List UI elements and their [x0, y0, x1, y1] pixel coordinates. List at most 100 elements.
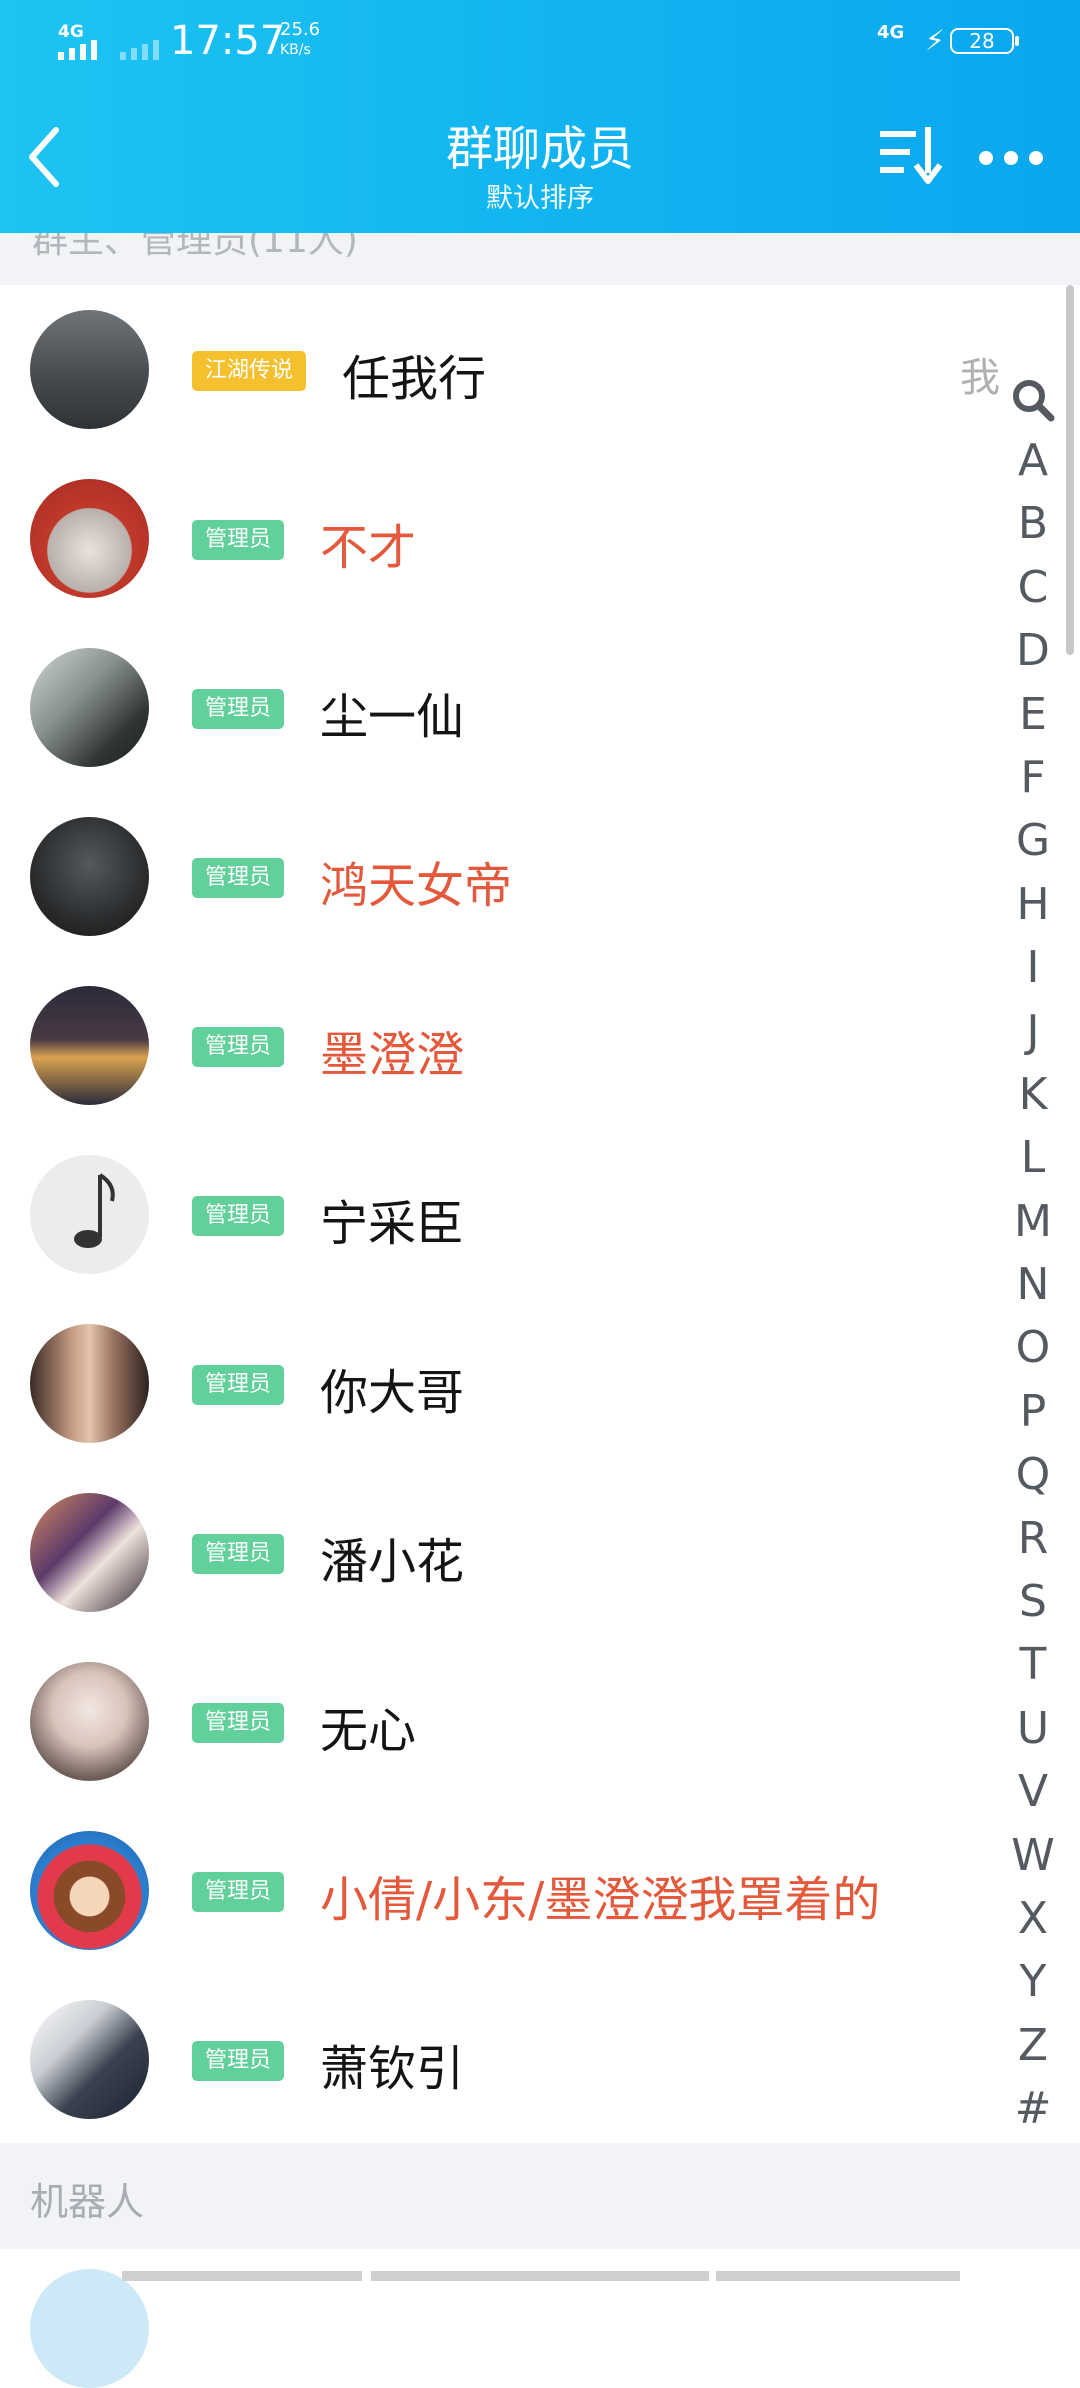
index-letter[interactable]: G	[1016, 809, 1050, 872]
member-name: 尘一仙	[320, 689, 465, 745]
member-badge: 管理员	[192, 1027, 285, 1067]
status-bar: 4G 17:57 25.6 KB/s 4G ⚡ 28	[0, 0, 1080, 84]
network-type-label: 4G	[58, 22, 84, 42]
index-letter[interactable]: E	[1019, 683, 1047, 746]
member-name: 鸿天女帝	[320, 858, 513, 914]
index-letter[interactable]: F	[1020, 746, 1045, 809]
index-letter[interactable]: T	[1020, 1633, 1047, 1696]
member-row[interactable]: 管理员 无心	[0, 1637, 1080, 1806]
top-bar: 4G 17:57 25.6 KB/s 4G ⚡ 28 群聊成员 默认排序	[0, 0, 1080, 233]
more-button[interactable]	[976, 138, 1046, 178]
index-letter[interactable]: H	[1016, 873, 1049, 936]
member-badge: 管理员	[192, 1365, 285, 1405]
index-letter[interactable]: V	[1018, 1760, 1048, 1823]
signal-strength-icon	[58, 40, 97, 60]
avatar[interactable]	[30, 1662, 149, 1781]
member-badge: 管理员	[192, 2041, 285, 2081]
network-speed: 25.6 KB/s	[280, 20, 320, 60]
index-letter[interactable]: M	[1014, 1190, 1052, 1253]
index-search-button[interactable]	[1009, 374, 1057, 429]
avatar[interactable]	[30, 310, 149, 429]
member-name: 任我行	[342, 351, 487, 407]
robot-row[interactable]	[0, 2249, 1080, 2388]
avatar[interactable]	[30, 479, 149, 598]
index-letter[interactable]: R	[1018, 1507, 1049, 1570]
member-badge: 管理员	[192, 1534, 285, 1574]
avatar[interactable]	[30, 2000, 149, 2119]
member-badge: 管理员	[192, 858, 285, 898]
avatar[interactable]	[30, 986, 149, 1105]
index-letter[interactable]: C	[1018, 556, 1049, 619]
index-letter[interactable]: #	[1015, 2077, 1052, 2140]
member-row[interactable]: 管理员 墨澄澄	[0, 961, 1080, 1130]
index-letter[interactable]: J	[1027, 1000, 1040, 1063]
member-badge: 管理员	[192, 520, 285, 560]
member-row[interactable]: 管理员 不才	[0, 454, 1080, 623]
admins-section-header: 群主、管理员(11人)	[0, 233, 1080, 285]
avatar[interactable]	[30, 1831, 149, 1950]
member-badge: 江湖传说	[192, 351, 307, 391]
index-letter[interactable]: U	[1017, 1697, 1049, 1760]
robots-section-header: 机器人	[0, 2143, 1080, 2249]
index-letter[interactable]: W	[1011, 1824, 1055, 1887]
battery-indicator: 28	[950, 28, 1019, 54]
index-letter[interactable]: N	[1017, 1253, 1050, 1316]
member-name: 不才	[320, 520, 417, 576]
network-type-right: 4G	[877, 22, 905, 43]
member-row[interactable]: 管理员 宁采臣	[0, 1130, 1080, 1299]
admins-section-label: 群主、管理员(11人)	[32, 233, 358, 261]
member-name: 无心	[320, 1703, 417, 1759]
robots-section-label: 机器人	[30, 2180, 145, 2224]
charging-icon: ⚡	[925, 24, 945, 57]
index-letter[interactable]: Z	[1018, 2014, 1048, 2077]
index-letter[interactable]: S	[1019, 1570, 1047, 1633]
index-letter[interactable]: Q	[1016, 1443, 1051, 1506]
member-name: 潘小花	[320, 1534, 465, 1590]
more-icon	[979, 151, 1043, 165]
avatar[interactable]	[30, 817, 149, 936]
avatar[interactable]	[30, 2269, 149, 2388]
member-list: 江湖传说 任我行 我 管理员 不才 管理员 尘一仙 管理员 鸿天女帝 管理员 墨…	[0, 285, 1080, 2144]
search-icon	[1013, 380, 1055, 422]
sort-button[interactable]	[878, 125, 948, 185]
clock: 17:57	[170, 18, 286, 64]
network-speed-value: 25.6	[280, 19, 321, 40]
index-letter[interactable]: O	[1016, 1316, 1051, 1379]
member-row[interactable]: 管理员 小倩/小东/墨澄澄我罩着的	[0, 1806, 1080, 1975]
scrollbar[interactable]	[1066, 285, 1074, 655]
index-letter[interactable]: X	[1018, 1887, 1048, 1950]
member-name: 宁采臣	[320, 1196, 465, 1252]
secondary-signal-icon	[120, 40, 159, 60]
avatar[interactable]	[30, 648, 149, 767]
avatar[interactable]	[30, 1493, 149, 1612]
member-row[interactable]: 管理员 潘小花	[0, 1468, 1080, 1637]
alphabet-index[interactable]: A B C D E F G H I J K L M N O P Q R S T U V W X Y Z #	[1003, 374, 1063, 2141]
member-badge: 管理员	[192, 689, 285, 729]
network-speed-unit: KB/s	[280, 42, 311, 58]
index-letter[interactable]: L	[1021, 1126, 1046, 1189]
member-name: 小倩/小东/墨澄澄我罩着的	[320, 1872, 881, 1928]
member-name: 萧钦引	[320, 2041, 465, 2097]
index-letter[interactable]: Y	[1020, 1950, 1047, 2013]
avatar[interactable]	[30, 1155, 149, 1274]
member-badge: 管理员	[192, 1196, 285, 1236]
sort-icon	[880, 127, 943, 184]
member-row[interactable]: 管理员 萧钦引	[0, 1975, 1080, 2144]
member-badge: 管理员	[192, 1872, 285, 1912]
index-letter[interactable]: D	[1016, 619, 1050, 682]
member-badge: 管理员	[192, 1703, 285, 1743]
avatar[interactable]	[30, 1324, 149, 1443]
member-row[interactable]: 管理员 鸿天女帝	[0, 792, 1080, 961]
member-name: 墨澄澄	[320, 1027, 465, 1083]
member-row[interactable]: 江湖传说 任我行 我	[0, 285, 1080, 454]
index-letter[interactable]: A	[1018, 429, 1048, 492]
member-row[interactable]: 管理员 你大哥	[0, 1299, 1080, 1468]
member-row[interactable]: 管理员 尘一仙	[0, 623, 1080, 792]
index-letter[interactable]: B	[1018, 492, 1048, 555]
me-tag: 我	[960, 355, 1000, 401]
index-letter[interactable]: I	[1027, 936, 1040, 999]
music-note-image	[74, 1173, 115, 1248]
index-letter[interactable]: K	[1019, 1063, 1048, 1126]
index-letter[interactable]: P	[1020, 1380, 1047, 1443]
member-name: 你大哥	[320, 1365, 465, 1421]
